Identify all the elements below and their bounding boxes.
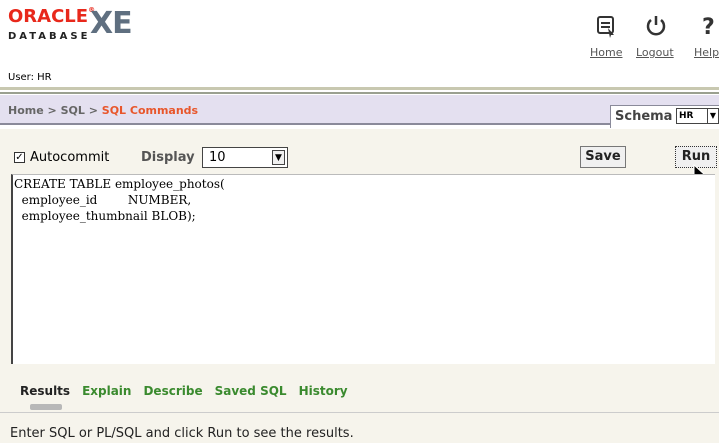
logo-database-text: DATABASE	[8, 31, 91, 42]
breadcrumb-current: SQL Commands	[101, 104, 199, 117]
tab-results[interactable]: Results	[20, 384, 70, 398]
autocommit-checkbox[interactable]: ✓	[14, 152, 25, 163]
logout-power-icon[interactable]	[644, 14, 668, 38]
results-divider	[0, 412, 719, 413]
chevron-down-icon[interactable]: ▼	[707, 109, 718, 123]
display-label: Display	[141, 150, 195, 165]
home-icon[interactable]	[594, 14, 618, 38]
schema-label: Schema	[615, 109, 673, 124]
tab-describe[interactable]: Describe	[143, 384, 202, 398]
schema-value: HR	[679, 111, 694, 121]
results-tabs: Results Explain Describe Saved SQL Histo…	[20, 384, 348, 398]
autocommit-toggle[interactable]: ✓ Autocommit	[14, 150, 109, 165]
autocommit-label: Autocommit	[30, 150, 110, 165]
current-user: User: HR	[8, 72, 52, 83]
header-divider-secondary	[0, 92, 719, 94]
active-tab-indicator	[30, 404, 62, 410]
display-rows-select[interactable]: 10 ▼	[202, 147, 288, 168]
header-divider	[0, 87, 719, 90]
logo-xe-text: XE	[90, 6, 133, 41]
breadcrumb-separator: >	[47, 104, 61, 117]
tab-saved-sql[interactable]: Saved SQL	[215, 384, 287, 398]
help-link[interactable]: Help	[694, 46, 719, 59]
chevron-down-icon[interactable]: ▼	[272, 150, 285, 165]
results-message: Enter SQL or PL/SQL and click Run to see…	[10, 426, 354, 441]
save-button[interactable]: Save	[580, 146, 626, 168]
oracle-xe-logo: ORACLE® DATABASE XE	[8, 6, 148, 48]
tab-explain[interactable]: Explain	[82, 384, 131, 398]
home-link[interactable]: Home	[590, 46, 622, 59]
breadcrumb: Home > SQL > SQL Commands	[8, 104, 198, 117]
svg-text:?: ?	[702, 15, 715, 38]
panel-top-border	[0, 128, 719, 129]
logout-link[interactable]: Logout	[636, 46, 674, 59]
breadcrumb-home[interactable]: Home	[8, 104, 44, 117]
breadcrumb-sql[interactable]: SQL	[61, 104, 85, 117]
help-question-icon[interactable]: ?	[696, 14, 719, 38]
tab-history[interactable]: History	[299, 384, 348, 398]
sql-editor-text[interactable]: CREATE TABLE employee_photos( employee_i…	[14, 176, 225, 224]
breadcrumb-separator: >	[88, 104, 102, 117]
display-rows-value: 10	[209, 150, 226, 165]
logo-oracle-text: ORACLE®	[8, 6, 96, 27]
schema-select[interactable]: HR ▼	[676, 108, 719, 124]
